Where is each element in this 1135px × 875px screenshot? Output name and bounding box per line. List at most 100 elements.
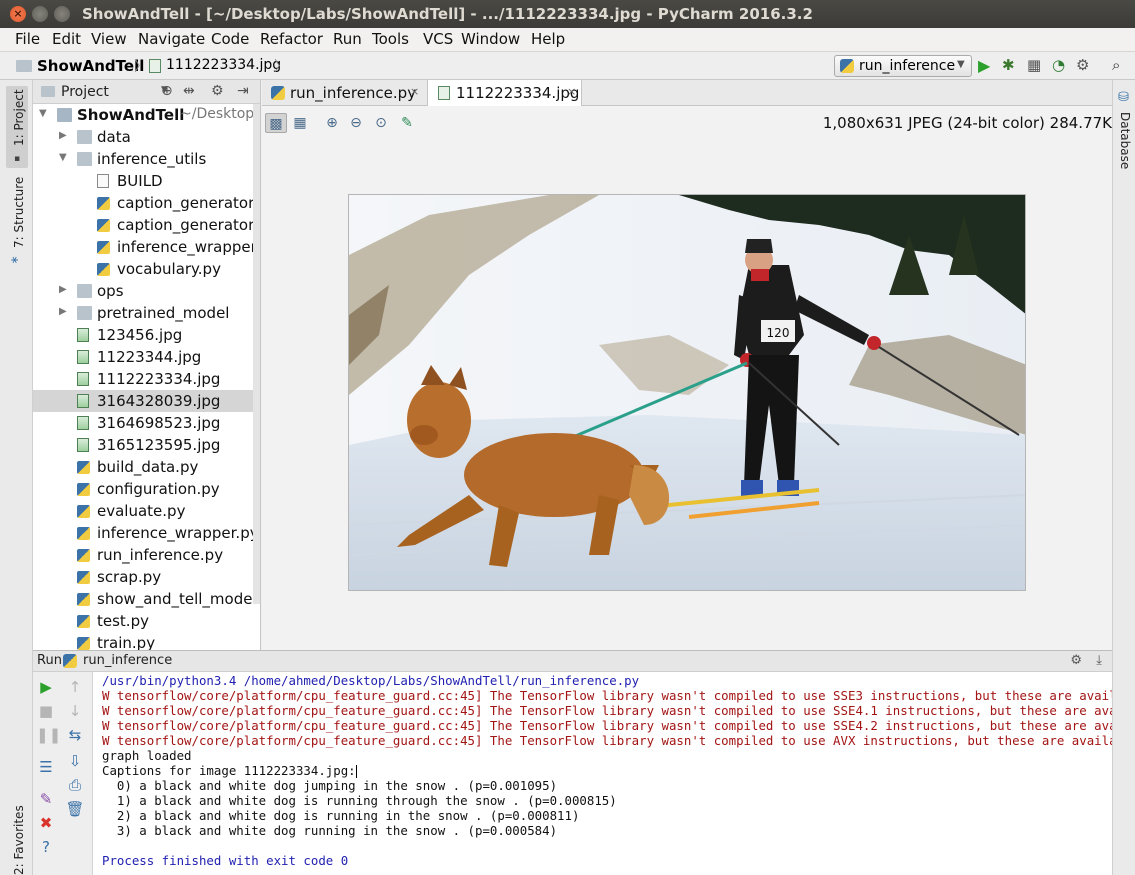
tree-item-label: 3165123595.jpg <box>97 436 221 454</box>
tree-item[interactable]: ▶ pretrained_model <box>33 302 260 324</box>
folder-icon <box>77 284 92 298</box>
menu-help[interactable]: Help <box>531 30 565 48</box>
menu-refactor[interactable]: Refactor <box>260 30 323 48</box>
console-line-text: 1) a black and white dog is running thro… <box>102 793 617 808</box>
locate-file-icon[interactable]: ⊕ <box>161 83 173 99</box>
collapse-all-icon[interactable]: ⇹ <box>183 83 195 99</box>
project-view-select[interactable]: Project <box>61 84 109 100</box>
hide-panel-icon[interactable]: ⇥ <box>237 83 249 99</box>
tree-item[interactable]: caption_generator.py <box>33 192 260 214</box>
run-console-output[interactable]: /usr/bin/python3.4 /home/ahmed/Desktop/L… <box>93 672 1112 875</box>
chevron-right-icon[interactable]: ▶ <box>59 284 67 295</box>
menu-tools[interactable]: Tools <box>372 30 409 48</box>
close-icon[interactable]: × <box>567 85 576 98</box>
rerun-icon[interactable]: ▶ <box>36 677 56 697</box>
tree-item-label: vocabulary.py <box>117 260 221 278</box>
tree-item[interactable]: configuration.py <box>33 478 260 500</box>
search-icon[interactable]: ⌕ <box>1112 56 1120 74</box>
up-arrow-icon[interactable]: ↑ <box>65 677 85 697</box>
help-icon[interactable]: ? <box>36 837 56 857</box>
chevron-down-icon[interactable]: ▼ <box>59 152 67 163</box>
chevron-right-icon[interactable]: ▶ <box>59 130 67 141</box>
run-configuration-select[interactable]: run_inference ▼ <box>834 55 972 77</box>
tree-item[interactable]: test.py <box>33 610 260 632</box>
debug-icon[interactable]: ✱ <box>1002 56 1015 74</box>
tree-item[interactable]: inference_wrapper.py <box>33 522 260 544</box>
tree-item[interactable]: train.py <box>33 632 260 650</box>
menu-run[interactable]: Run <box>333 30 362 48</box>
layout-icon[interactable]: ☰ <box>36 757 56 777</box>
right-tool-strip: ⛁ Database <box>1112 80 1135 875</box>
database-tool-tab[interactable]: Database <box>1118 112 1132 169</box>
tree-item[interactable]: 3165123595.jpg <box>33 434 260 456</box>
structure-tool-tab[interactable]: 7: Structure <box>12 177 26 248</box>
menu-navigate[interactable]: Navigate <box>138 30 205 48</box>
tab-run-inference[interactable]: run_inference.py × <box>262 80 428 106</box>
profile-icon[interactable]: ◔ <box>1052 56 1065 74</box>
stop-icon[interactable]: ■ <box>36 701 56 721</box>
hide-panel-icon[interactable]: ⤓ <box>1096 653 1102 668</box>
window-minimize-button[interactable] <box>32 6 48 22</box>
tree-item[interactable]: 1112223334.jpg <box>33 368 260 390</box>
tree-item[interactable]: caption_generator_test.py <box>33 214 260 236</box>
color-picker-icon[interactable]: ✎ <box>396 113 418 133</box>
close-icon[interactable]: × <box>410 85 419 98</box>
chevron-down-icon[interactable]: ▼ <box>39 108 47 119</box>
window-maximize-button[interactable] <box>54 6 70 22</box>
pause-icon[interactable]: ❚❚ <box>36 725 61 745</box>
tree-item[interactable]: inference_wrapper_base.py <box>33 236 260 258</box>
tree-item[interactable]: ▶ data <box>33 126 260 148</box>
zoom-in-icon[interactable]: ⊕ <box>321 113 343 133</box>
tree-item[interactable]: ▼ ShowAndTell~/Desktop/Labs/ShowAndTell <box>33 104 260 126</box>
zoom-out-icon[interactable]: ⊖ <box>345 113 367 133</box>
tree-item-label: run_inference.py <box>97 546 224 564</box>
project-tree-scrollbar[interactable] <box>253 104 260 604</box>
tree-item[interactable]: vocabulary.py <box>33 258 260 280</box>
tree-item[interactable]: 3164698523.jpg <box>33 412 260 434</box>
concurrency-icon[interactable]: ⚙ <box>1076 56 1089 74</box>
coverage-icon[interactable]: ▦ <box>1027 56 1041 74</box>
run-icon[interactable]: ▶ <box>978 56 990 75</box>
chessboard-icon[interactable]: ▩ <box>265 113 287 133</box>
gear-icon[interactable]: ⚙ <box>1070 653 1082 668</box>
actual-size-icon[interactable]: ⊙ <box>370 113 392 133</box>
menu-file[interactable]: File <box>15 30 40 48</box>
tree-item[interactable]: scrap.py <box>33 566 260 588</box>
down-arrow-icon[interactable]: ↓ <box>65 701 85 721</box>
python-file-icon <box>271 86 285 100</box>
breadcrumb-project[interactable]: ShowAndTell <box>37 57 144 75</box>
console-line-text: W tensorflow/core/platform/cpu_feature_g… <box>102 718 1112 733</box>
close-run-icon[interactable]: ✖ <box>36 813 56 833</box>
image-file-icon <box>77 394 89 408</box>
tree-item[interactable]: BUILD <box>33 170 260 192</box>
favorites-tool-tab[interactable]: 2: Favorites <box>12 805 26 875</box>
tree-item[interactable]: evaluate.py <box>33 500 260 522</box>
tree-item[interactable]: 3164328039.jpg <box>33 390 260 412</box>
tree-item[interactable]: build_data.py <box>33 456 260 478</box>
menu-view[interactable]: View <box>91 30 127 48</box>
grid-icon[interactable]: ▦ <box>289 113 311 133</box>
tree-item[interactable]: show_and_tell_model.py <box>33 588 260 610</box>
scroll-to-end-icon[interactable]: ⇩ <box>65 751 85 771</box>
chevron-right-icon[interactable]: ▶ <box>59 306 67 317</box>
run-config-name[interactable]: run_inference <box>83 653 172 668</box>
soft-wrap-icon[interactable]: ⇆ <box>65 725 85 745</box>
project-folder-icon <box>16 60 32 72</box>
menu-edit[interactable]: Edit <box>52 30 81 48</box>
window-close-button[interactable]: × <box>10 6 26 22</box>
console-line: /usr/bin/python3.4 /home/ahmed/Desktop/L… <box>102 673 639 688</box>
tree-item[interactable]: 123456.jpg <box>33 324 260 346</box>
print-icon[interactable]: ⎙ <box>65 775 85 795</box>
menu-window[interactable]: Window <box>461 30 520 48</box>
tree-item[interactable]: ▶ ops <box>33 280 260 302</box>
trash-icon[interactable]: 🗑 <box>65 799 85 819</box>
breadcrumb-file[interactable]: 1112223334.jpg <box>166 57 281 73</box>
pin-tab-icon[interactable]: ✎ <box>36 789 56 809</box>
tree-item[interactable]: ▼ inference_utils <box>33 148 260 170</box>
tab-1112223334-jpg[interactable]: 1112223334.jpg × <box>428 80 582 106</box>
tree-item[interactable]: run_inference.py <box>33 544 260 566</box>
menu-vcs[interactable]: VCS <box>423 30 453 48</box>
tree-item[interactable]: 11223344.jpg <box>33 346 260 368</box>
menu-code[interactable]: Code <box>211 30 249 48</box>
gear-icon[interactable]: ⚙ <box>211 83 224 99</box>
